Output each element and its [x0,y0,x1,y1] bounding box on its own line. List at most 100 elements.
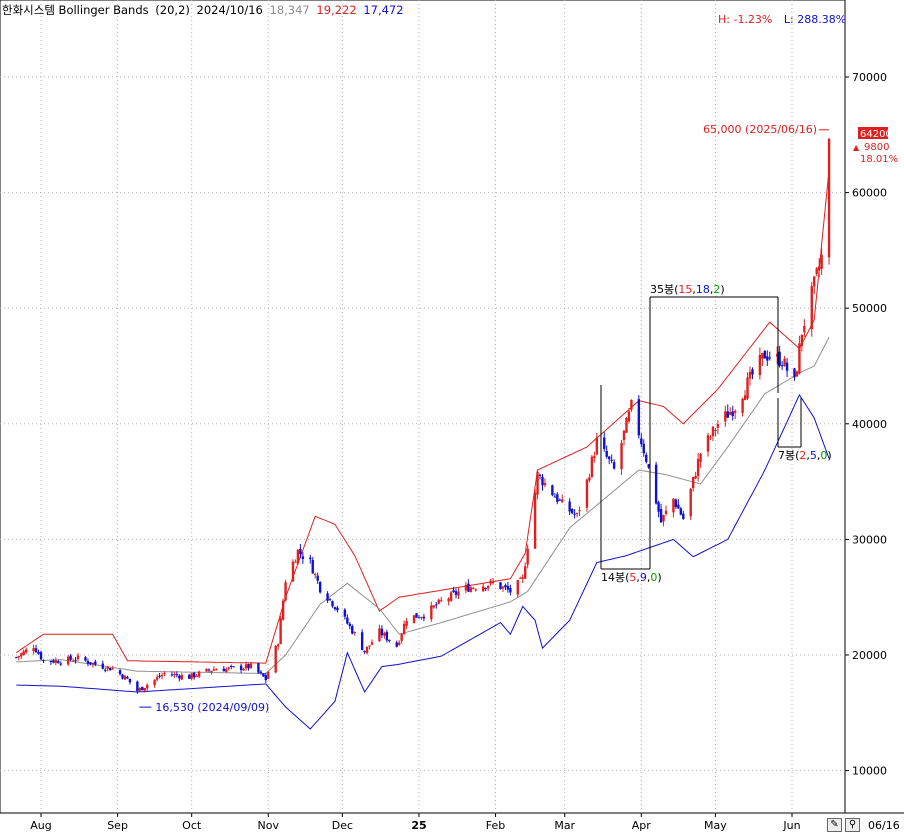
candle-up [820,254,823,269]
candle-down [316,575,319,581]
candle-up [709,436,712,438]
candle-down [101,663,104,669]
candle-up [620,442,623,470]
chart-canvas[interactable]: 10000 20000 30000 40000 50000 60000 70000 Aug Se… [0,0,904,833]
chart-title: 한화시스템 Bollinger Bands (20,2) 2024/10/16 … [2,2,407,18]
candle-down [766,356,769,361]
candle-up [17,656,20,658]
candle-up [274,645,277,673]
candle-up [111,668,114,670]
candle-down [311,560,314,574]
candle-up [798,343,801,374]
candle-up [71,660,75,662]
candle-down [751,369,754,375]
draw-tool-button[interactable]: ✎ [827,818,842,832]
candle-down [34,648,38,653]
candle-down [380,628,384,636]
candle-up [212,669,216,671]
candle-down [86,660,90,664]
candle-up [123,675,127,680]
candle-down [605,450,608,457]
candle-up [724,411,727,422]
candle-up [536,471,539,495]
candle-down [612,462,616,469]
candle-down [603,437,606,449]
candle-down [351,626,354,634]
candle-down [207,669,211,671]
candle-down [642,443,645,454]
candle-up [143,687,146,691]
candle-down [262,673,265,677]
candle-up [32,648,35,652]
candle-down [104,669,107,671]
candle-down [192,672,196,678]
x-tick-label: Dec [332,819,353,832]
y-tick-label: 50000 [852,302,887,315]
candle-up [457,591,460,596]
x-tick-label: Aug [30,819,51,832]
zoom-button[interactable]: ⚲ [845,818,860,832]
candle-up [106,666,109,669]
candle-down [49,660,53,662]
candle-up [474,589,477,591]
candle-down [509,587,512,593]
candle-up [662,515,665,522]
candle-down [385,631,389,641]
x-tick-label: Nov [258,819,280,832]
candle-down [57,661,60,664]
candle-up [249,663,253,668]
candle-up [153,679,156,686]
candle-up [588,477,591,481]
candle-down [640,438,643,445]
range-7-label: 7봉(2,5,0) [778,449,832,462]
candle-up [813,276,816,287]
x-tick-label: Sep [107,819,128,832]
candle-up [368,645,371,647]
candle-up [800,334,804,346]
candle-up [163,673,166,675]
candle-down [232,666,235,668]
candle-up [526,548,529,565]
candle-down [570,509,574,514]
candle-up [741,398,744,413]
candle-down [52,660,55,663]
last-price-change-pct: 18.01% [860,154,898,165]
candle-up [803,325,806,333]
candle-down [121,674,124,679]
candle-down [126,677,129,679]
candle-up [402,623,406,635]
candle-up [729,411,732,415]
candle-down [343,609,347,617]
candle-up [585,479,589,508]
candle-up [711,426,715,437]
candle-down [259,671,263,673]
candle-down [484,587,487,589]
candle-up [365,646,369,653]
candle-up [761,353,764,359]
candle-up [519,577,522,579]
x-tick-label: Jun [782,819,800,832]
candle-down [607,456,611,460]
last-price-change: 9800 [864,142,889,153]
candle-down [499,582,502,590]
candle-up [383,633,386,636]
candle-up [146,684,149,689]
candle-down [94,661,97,665]
candle-up [242,668,245,671]
bollinger-chart[interactable]: 10000 20000 30000 40000 50000 60000 70000 Aug Se… [0,0,904,833]
candle-down [452,590,455,593]
candle-down [726,411,729,418]
candle-down [568,501,571,512]
candle-down [175,674,179,676]
range-35-label: 35봉(15,18,2) [650,283,725,296]
y-tick-label: 40000 [852,418,887,431]
candle-down [454,591,458,595]
candle-down [674,499,678,508]
title-upper-value: 19,222 [316,3,357,17]
candle-up [595,437,599,455]
candle-up [420,617,423,619]
candle-up [155,677,159,680]
candle-up [627,411,631,422]
candle-down [551,485,554,496]
candle-down [785,362,789,371]
